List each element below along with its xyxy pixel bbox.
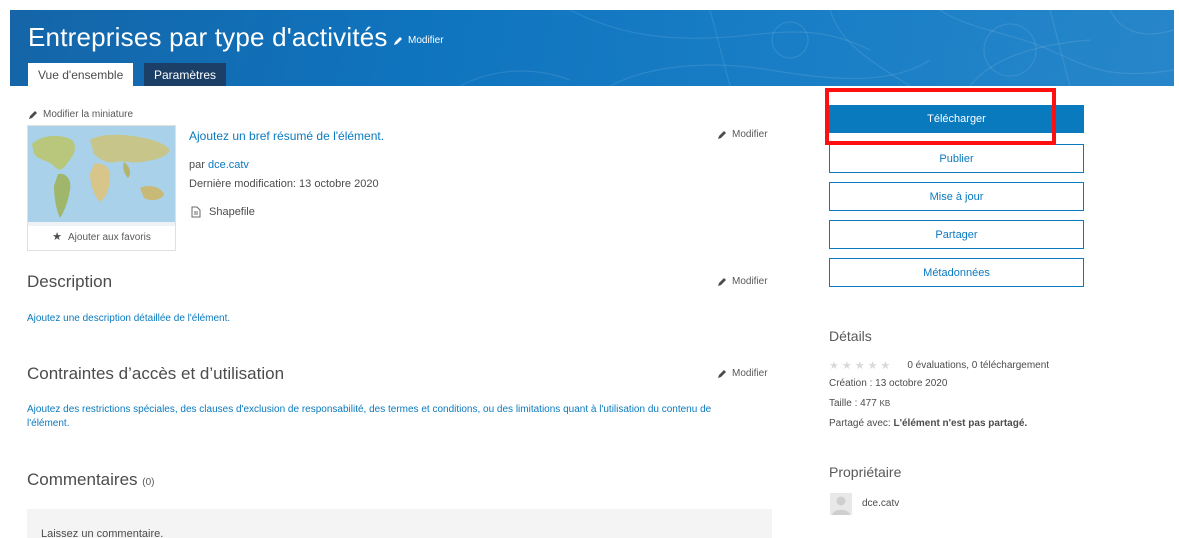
edit-description-button[interactable]: Modifier [717,276,768,287]
item-header-banner: Entreprises par type d'activités Modifie… [10,10,1174,86]
user-icon [832,496,850,515]
document-icon [191,206,201,218]
item-type: Shapefile [191,206,255,218]
edit-description-label: Modifier [732,276,768,287]
shared-value: L'élément n'est pas partagé. [893,418,1028,429]
rating-row: ★★★★★ 0 évaluations, 0 téléchargement [829,359,1049,372]
details-heading: Détails [829,328,872,344]
edit-thumbnail-label: Modifier la miniature [43,109,134,120]
constraints-heading: Contraintes d’accès et d’utilisation [27,364,285,383]
publish-button[interactable]: Publier [829,144,1084,173]
add-description-link[interactable]: Ajoutez une description détaillée de l'é… [27,312,230,326]
edit-title-label: Modifier [408,35,444,46]
comments-title: Commentaires [27,470,138,489]
edit-summary-button[interactable]: Modifier [717,129,768,140]
star-icon: ★ [52,231,63,243]
pencil-icon [718,130,726,139]
add-favorite-button[interactable]: ★ Ajouter aux favoris [28,230,175,243]
owner-name-link[interactable]: dce.catv [862,498,899,509]
metadata-button[interactable]: Métadonnées [829,258,1084,287]
tab-overview[interactable]: Vue d'ensemble [28,63,134,86]
pencil-icon [394,36,402,45]
shared-with: Partagé avec: L'élément n'est pas partag… [829,418,1027,429]
world-map-thumbnail [28,126,175,226]
rating-summary: 0 évaluations, 0 téléchargement [907,360,1050,371]
update-button[interactable]: Mise à jour [829,182,1084,211]
rating-stars-icon[interactable]: ★★★★★ [829,359,893,372]
edit-summary-label: Modifier [732,129,768,140]
pencil-icon [29,110,37,119]
page-title: Entreprises par type d'activités [28,22,388,52]
avatar[interactable] [830,493,852,515]
edit-title-button[interactable]: Modifier [393,35,444,46]
add-constraints-link[interactable]: Ajoutez des restrictions spéciales, des … [27,403,747,431]
thumbnail-card: ★ Ajouter aux favoris [27,125,176,251]
edit-thumbnail-button[interactable]: Modifier la miniature [28,109,133,120]
edit-constraints-label: Modifier [732,368,768,379]
item-type-label: Shapefile [209,206,255,218]
created-date: Création : 13 octobre 2020 [829,378,948,389]
shared-label: Partagé avec: [829,418,891,429]
owner-heading: Propriétaire [829,464,902,480]
pencil-icon [718,369,726,378]
edit-constraints-button[interactable]: Modifier [717,368,768,379]
comment-placeholder: Laissez un commentaire. [41,528,164,538]
favorite-label: Ajouter aux favoris [68,232,151,243]
download-button[interactable]: Télécharger [829,105,1084,133]
owner-line: par dce.catv [189,159,249,171]
item-size: Taille : 477 KB [829,398,890,409]
share-button[interactable]: Partager [829,220,1084,249]
comments-count: (0) [142,477,155,488]
last-modified: Dernière modification: 13 octobre 2020 [189,178,379,190]
by-prefix: par [189,159,205,171]
pencil-icon [718,277,726,286]
comments-heading: Commentaires (0) [27,470,155,490]
comment-input[interactable]: Laissez un commentaire. [27,509,772,538]
tab-settings[interactable]: Paramètres [144,63,227,86]
owner-link[interactable]: dce.catv [208,159,249,171]
size-unit: KB [879,399,891,408]
size-value: Taille : 477 [829,398,877,409]
description-heading: Description [27,272,113,291]
add-summary-link[interactable]: Ajoutez un bref résumé de l'élément. [189,129,384,143]
